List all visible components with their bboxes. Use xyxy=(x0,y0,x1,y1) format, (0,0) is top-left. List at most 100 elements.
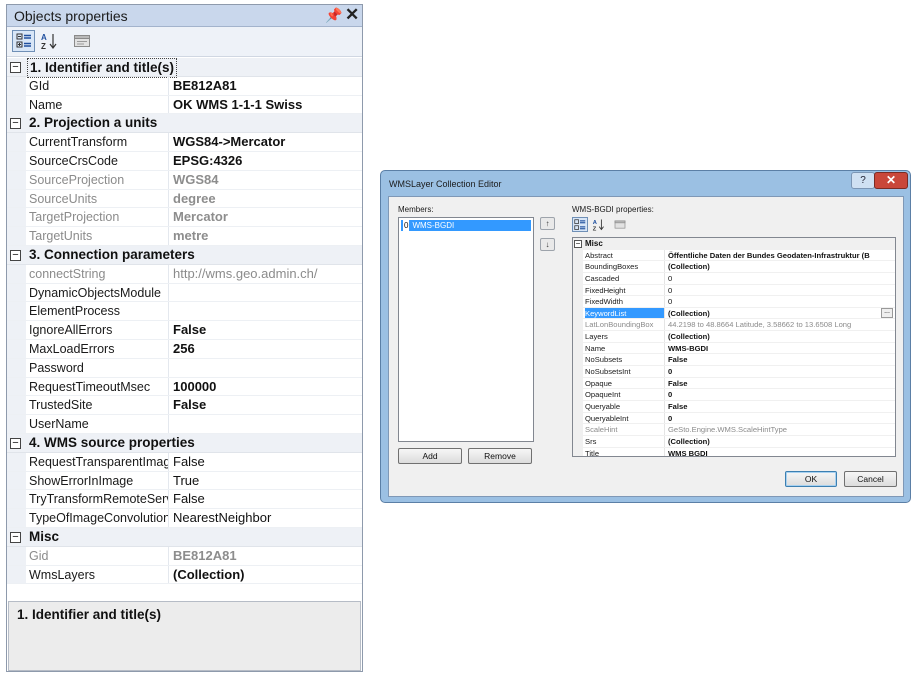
property-value[interactable]: (Collection) xyxy=(668,308,895,319)
property-row[interactable]: Name WMS-BGDI xyxy=(573,342,895,355)
property-value[interactable]: BE812A81 xyxy=(173,77,361,95)
collapse-icon[interactable]: − xyxy=(10,249,21,261)
property-value[interactable]: 256 xyxy=(173,340,361,358)
property-row[interactable]: Name OK WMS 1-1-1 Swiss xyxy=(7,95,362,115)
property-row[interactable]: SourceProjection WGS84 xyxy=(7,170,362,190)
property-value[interactable] xyxy=(173,359,361,377)
property-row[interactable]: TargetProjection Mercator xyxy=(7,208,362,228)
property-row[interactable]: Srs (Collection) xyxy=(573,435,895,448)
property-value[interactable] xyxy=(173,302,361,320)
property-value[interactable]: False xyxy=(668,401,895,412)
alphabetical-sort-button[interactable]: A Z xyxy=(590,217,606,232)
property-value[interactable]: False xyxy=(668,354,895,365)
property-row[interactable]: TargetUnits metre xyxy=(7,227,362,246)
property-row[interactable]: OpaqueInt 0 xyxy=(573,389,895,401)
property-pages-button[interactable] xyxy=(70,30,93,52)
members-list[interactable]: 0 WMS-BGDI xyxy=(398,217,534,442)
close-icon[interactable]: ✕ xyxy=(345,5,359,25)
property-row[interactable]: BoundingBoxes (Collection) xyxy=(573,261,895,273)
property-value[interactable]: 0 xyxy=(668,366,895,377)
collapse-icon[interactable]: − xyxy=(10,437,21,449)
property-value[interactable]: EPSG:4326 xyxy=(173,152,361,170)
help-button[interactable]: ? xyxy=(851,172,875,189)
cancel-button[interactable]: Cancel xyxy=(844,471,897,487)
property-row[interactable]: Opaque False xyxy=(573,377,895,390)
property-value[interactable]: 0 xyxy=(668,389,895,400)
property-value[interactable]: False xyxy=(668,378,895,389)
property-row[interactable]: Gid BE812A81 xyxy=(7,546,362,566)
property-row[interactable]: NoSubsetsInt 0 xyxy=(573,366,895,378)
property-row[interactable]: SourceCrsCode EPSG:4326 xyxy=(7,151,362,171)
category-row[interactable]: − Misc xyxy=(7,527,362,547)
remove-button[interactable]: Remove xyxy=(468,448,532,464)
property-row[interactable]: connectString http://wms.geo.admin.ch/ xyxy=(7,264,362,284)
property-value[interactable]: 0 xyxy=(668,273,895,284)
alphabetical-sort-button[interactable]: A Z xyxy=(37,30,60,52)
property-value[interactable]: False xyxy=(173,396,361,414)
property-row[interactable]: TypeOfImageConvolution NearestNeighbor xyxy=(7,509,362,528)
property-row[interactable]: LatLonBoundingBox 44.2198 to 48.8664 Lati… xyxy=(573,319,895,332)
property-row[interactable]: Queryable False xyxy=(573,400,895,413)
categorized-view-button[interactable] xyxy=(12,30,35,52)
list-item[interactable]: 0 WMS-BGDI xyxy=(401,220,531,231)
property-row[interactable]: ElementProcess xyxy=(7,302,362,322)
property-row[interactable]: KeywordList (Collection)... xyxy=(573,307,895,320)
ok-button[interactable]: OK xyxy=(785,471,837,487)
property-value[interactable]: False xyxy=(173,321,361,339)
property-row[interactable]: Layers (Collection) xyxy=(573,331,895,343)
property-value[interactable]: OK WMS 1-1-1 Swiss xyxy=(173,96,361,114)
property-value[interactable]: 0 xyxy=(668,296,895,307)
property-value[interactable] xyxy=(173,415,361,433)
property-value[interactable]: NearestNeighbor xyxy=(173,509,361,527)
category-row[interactable]: − 1. Identifier and title(s) xyxy=(7,58,362,78)
category-row[interactable]: − 3. Connection parameters xyxy=(7,245,362,265)
category-row[interactable]: − 4. WMS source properties xyxy=(7,433,362,453)
property-row[interactable]: SourceUnits degree xyxy=(7,189,362,209)
property-row[interactable]: ShowErrorInImage True xyxy=(7,471,362,491)
property-value[interactable]: False xyxy=(173,490,361,508)
property-row[interactable]: RequestTimeoutMsec 100000 xyxy=(7,377,362,397)
property-value[interactable]: Öffentliche Daten der Bundes Geodaten-In… xyxy=(668,250,895,261)
property-value[interactable]: False xyxy=(173,453,361,471)
collapse-icon[interactable]: − xyxy=(10,62,21,73)
category-row[interactable]: − Misc xyxy=(573,238,895,250)
property-value[interactable]: 100000 xyxy=(173,378,361,396)
property-value[interactable]: WMS-BGDI xyxy=(668,343,895,354)
property-row[interactable]: ScaleHint GeSto.Engine.WMS.ScaleHintType xyxy=(573,424,895,436)
property-row[interactable]: IgnoreAllErrors False xyxy=(7,321,362,340)
property-row[interactable]: DynamicObjectsModule xyxy=(7,283,362,303)
property-row[interactable]: RequestTransparentImag False xyxy=(7,452,362,472)
property-value[interactable]: 0 xyxy=(668,413,895,424)
property-row[interactable]: NoSubsets False xyxy=(573,354,895,367)
property-value[interactable]: True xyxy=(173,472,361,490)
property-row[interactable]: TrustedSite False xyxy=(7,396,362,416)
property-value[interactable]: WMS BGDI xyxy=(668,448,895,456)
categorized-view-button[interactable] xyxy=(572,217,588,232)
dialog-close-button[interactable]: ✕ xyxy=(874,172,908,189)
property-row[interactable]: Title WMS BGDI xyxy=(573,447,895,456)
pin-icon[interactable]: 📌 xyxy=(325,7,342,24)
move-up-button[interactable]: ↑ xyxy=(540,217,555,230)
collapse-icon[interactable]: − xyxy=(10,531,21,543)
property-row[interactable]: MaxLoadErrors 256 xyxy=(7,339,362,359)
property-value[interactable] xyxy=(173,284,361,302)
collapse-icon[interactable]: − xyxy=(10,118,21,130)
add-button[interactable]: Add xyxy=(398,448,462,464)
property-value[interactable]: 0 xyxy=(668,285,895,296)
collapse-icon[interactable]: − xyxy=(574,240,582,248)
ellipsis-button[interactable]: ... xyxy=(881,307,893,318)
property-value[interactable]: (Collection) xyxy=(668,331,895,342)
property-row[interactable]: QueryableInt 0 xyxy=(573,412,895,425)
property-row[interactable]: WmsLayers (Collection) xyxy=(7,565,362,585)
property-row[interactable]: Abstract Öffentliche Daten der Bundes Geo… xyxy=(573,249,895,262)
property-row[interactable]: UserName xyxy=(7,415,362,434)
property-row[interactable]: TryTransformRemoteServ False xyxy=(7,490,362,510)
property-row[interactable]: CurrentTransform WGS84->Mercator xyxy=(7,133,362,152)
property-value[interactable]: (Collection) xyxy=(668,436,895,447)
property-value[interactable]: (Collection) xyxy=(668,261,895,272)
property-row[interactable]: FixedWidth 0 xyxy=(573,296,895,308)
property-row[interactable]: Password xyxy=(7,358,362,378)
property-row[interactable]: GId BE812A81 xyxy=(7,76,362,96)
property-row[interactable]: Cascaded 0 xyxy=(573,272,895,285)
property-pages-button[interactable] xyxy=(612,217,628,232)
